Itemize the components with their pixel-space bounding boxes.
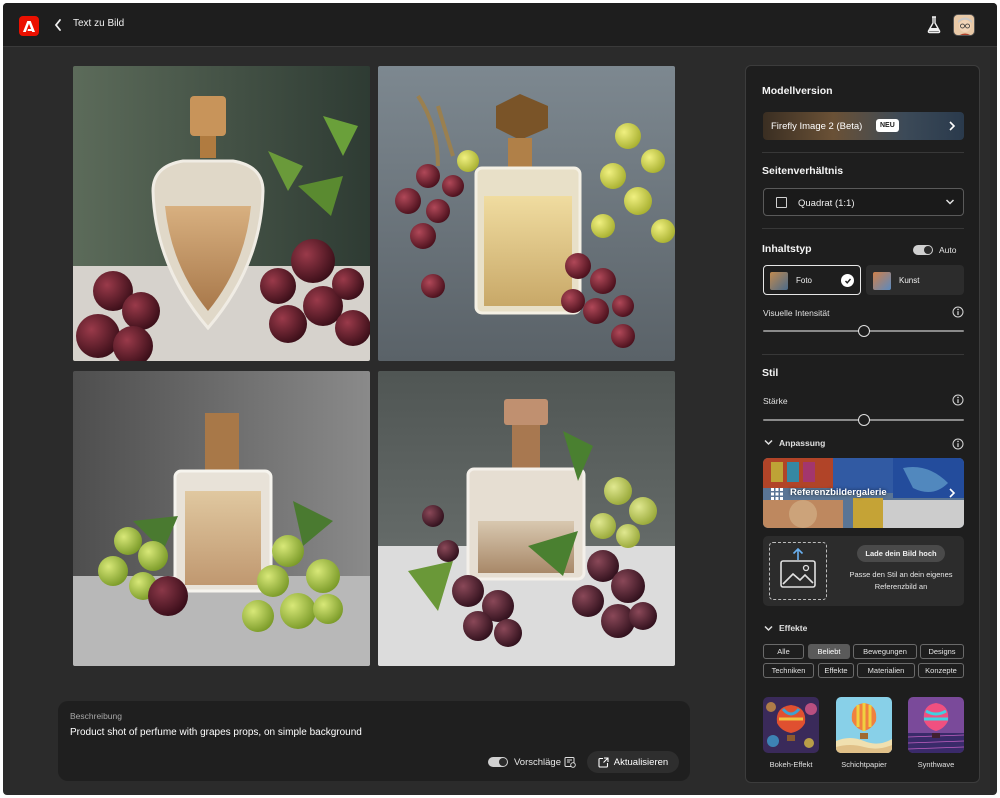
effect-chip-popular[interactable]: Beliebt — [808, 644, 850, 659]
effect-chip-materials[interactable]: Materialien — [857, 663, 915, 678]
prompt-label: Beschreibung — [70, 711, 122, 721]
generated-image-3[interactable] — [73, 371, 370, 666]
suggestions-settings-icon[interactable] — [564, 756, 576, 768]
effect-chip-designs[interactable]: Designs — [920, 644, 964, 659]
effect-thumb-bokeh[interactable] — [763, 697, 819, 753]
aspect-heading: Seitenverhältnis — [762, 165, 844, 177]
reference-gallery-card[interactable]: Referenzbildergalerie — [763, 458, 964, 528]
effects-heading[interactable]: Effekte — [779, 623, 807, 633]
auto-label: Auto — [939, 245, 957, 255]
info-icon[interactable] — [952, 394, 964, 406]
effect-chip-concepts[interactable]: Konzepte — [918, 663, 964, 678]
content-type-art[interactable]: Kunst — [866, 265, 964, 295]
flask-icon[interactable] — [926, 16, 942, 34]
page-title: Text zu Bild — [73, 18, 125, 29]
effect-chip-effects[interactable]: Effekte — [818, 663, 854, 678]
grid-icon — [771, 488, 783, 500]
adobe-logo-icon[interactable] — [19, 16, 39, 36]
generated-image-4[interactable] — [378, 371, 675, 666]
strength-slider[interactable] — [763, 414, 964, 426]
chevron-down-icon[interactable] — [764, 439, 773, 446]
upload-description: Passe den Stil an dein eigenes Referenzb… — [849, 570, 953, 591]
chevron-right-icon — [949, 121, 956, 131]
info-icon[interactable] — [952, 306, 964, 318]
update-button-label: Aktualisieren — [613, 756, 669, 768]
image-upload-icon — [780, 547, 816, 588]
style-heading: Stil — [762, 367, 779, 379]
back-arrow-icon[interactable] — [53, 18, 63, 32]
square-icon — [776, 197, 787, 208]
divider — [762, 354, 964, 355]
avatar[interactable] — [953, 14, 975, 36]
content-type-photo[interactable]: Foto — [763, 265, 861, 295]
model-heading: Modellversion — [762, 85, 833, 97]
effect-label-synthwave: Synthwave — [917, 760, 955, 769]
new-badge: NEU — [876, 119, 899, 132]
effect-chip-techniques[interactable]: Techniken — [763, 663, 814, 678]
suggestions-toggle[interactable] — [488, 757, 508, 767]
chevron-down-icon — [945, 199, 955, 205]
visual-intensity-label: Visuelle Intensität — [763, 308, 830, 318]
content-type-art-label: Kunst — [899, 276, 920, 285]
generated-image-2[interactable] — [378, 66, 675, 361]
slider-handle[interactable] — [857, 325, 870, 337]
effect-label-paper: Schichtpapier — [841, 760, 887, 769]
reference-upload-card: Lade dein Bild hoch Passe den Stil an de… — [763, 536, 964, 606]
aspect-ratio-value: Quadrat (1:1) — [798, 198, 855, 209]
info-icon[interactable] — [952, 438, 964, 450]
slider-handle[interactable] — [857, 414, 870, 426]
reference-gallery-label: Referenzbildergalerie — [790, 487, 887, 498]
chevron-right-icon — [949, 488, 956, 498]
photo-thumbnail — [770, 272, 788, 290]
divider — [762, 228, 964, 229]
strength-label: Stärke — [763, 396, 788, 406]
model-selector[interactable]: Firefly Image 2 (Beta) NEU — [763, 112, 964, 140]
checkmark-icon — [841, 274, 854, 287]
app-window: Text zu Bild Beschreibung Product shot o… — [3, 3, 997, 795]
top-bar: Text zu Bild — [3, 3, 997, 47]
aspect-ratio-select[interactable]: Quadrat (1:1) — [763, 188, 964, 216]
visual-intensity-slider[interactable] — [763, 325, 964, 337]
content-type-heading: Inhaltstyp — [762, 243, 812, 255]
effect-chip-movements[interactable]: Bewegungen — [853, 644, 917, 659]
prompt-input[interactable]: Product shot of perfume with grapes prop… — [70, 727, 362, 738]
chevron-down-icon[interactable] — [764, 625, 773, 632]
suggestions-label: Vorschläge — [514, 757, 562, 768]
art-thumbnail — [873, 272, 891, 290]
auto-toggle[interactable] — [913, 245, 933, 255]
refresh-icon — [598, 756, 609, 768]
content-type-photo-label: Foto — [796, 276, 813, 285]
upload-dropzone[interactable] — [769, 542, 827, 600]
update-button[interactable]: Aktualisieren — [587, 751, 679, 773]
effect-thumb-paper[interactable] — [836, 697, 892, 753]
effect-chip-all[interactable]: Alle — [763, 644, 804, 659]
upload-image-button[interactable]: Lade dein Bild hoch — [857, 545, 945, 562]
effect-thumb-synthwave[interactable] — [908, 697, 964, 753]
customization-label[interactable]: Anpassung — [779, 438, 825, 448]
settings-panel: Modellversion Firefly Image 2 (Beta) NEU… — [745, 65, 980, 783]
divider — [762, 152, 964, 153]
prompt-box: Beschreibung Product shot of perfume wit… — [58, 701, 690, 781]
generated-image-1[interactable] — [73, 66, 370, 361]
effect-label-bokeh: Bokeh-Effekt — [769, 760, 813, 769]
model-name: Firefly Image 2 (Beta) — [771, 121, 863, 132]
